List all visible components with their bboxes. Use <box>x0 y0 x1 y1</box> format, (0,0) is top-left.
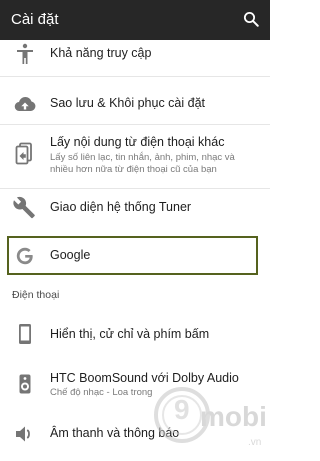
settings-item-label: Giao diện hệ thống Tuner <box>50 200 192 214</box>
google-icon <box>16 247 33 265</box>
phone-display-icon <box>19 324 31 344</box>
settings-item-system-ui-tuner[interactable]: Giao diện hệ thống Tuner <box>0 192 270 228</box>
page-title: Cài đặt <box>11 11 59 28</box>
watermark-brand: mobi <box>200 401 267 432</box>
divider <box>0 76 270 77</box>
settings-item-summary: Lấy số liên lạc, tin nhắn, ảnh, phim, nh… <box>50 152 235 175</box>
watermark-suffix: .vn <box>248 437 262 448</box>
accessibility-icon <box>17 43 33 64</box>
cloud-upload-icon <box>14 97 36 112</box>
settings-item-label: Sao lưu & Khôi phục cài đặt <box>50 96 205 110</box>
divider <box>0 188 270 189</box>
watermark-logo: 9 mobi .vn <box>152 375 270 461</box>
settings-item-transfer[interactable]: Lấy nội dung từ điện thoại khác Lấy số l… <box>0 127 270 181</box>
app-bar: Cài đặt <box>0 0 270 40</box>
settings-item-label: Google <box>50 248 91 262</box>
settings-item-google[interactable]: Google <box>0 240 270 272</box>
speaker-icon <box>19 374 31 394</box>
settings-item-label: Hiển thị, cử chỉ và phím bấm <box>50 327 210 341</box>
volume-icon <box>16 426 30 442</box>
settings-item-label: Lấy nội dung từ điện thoại khác <box>50 135 225 149</box>
watermark-numeral: 9 <box>174 394 190 425</box>
search-icon[interactable] <box>242 10 260 28</box>
section-header-phone: Điện thoại <box>12 289 60 301</box>
divider <box>0 124 270 125</box>
wrench-icon <box>13 196 35 219</box>
settings-item-label: Khả năng truy cập <box>50 46 152 60</box>
settings-item-display-gestures[interactable]: Hiển thị, cử chỉ và phím bấm <box>0 318 270 350</box>
settings-item-accessibility[interactable]: Khả năng truy cập <box>0 40 270 68</box>
transfer-icon <box>15 142 32 165</box>
settings-item-backup[interactable]: Sao lưu & Khôi phục cài đặt <box>0 86 270 122</box>
